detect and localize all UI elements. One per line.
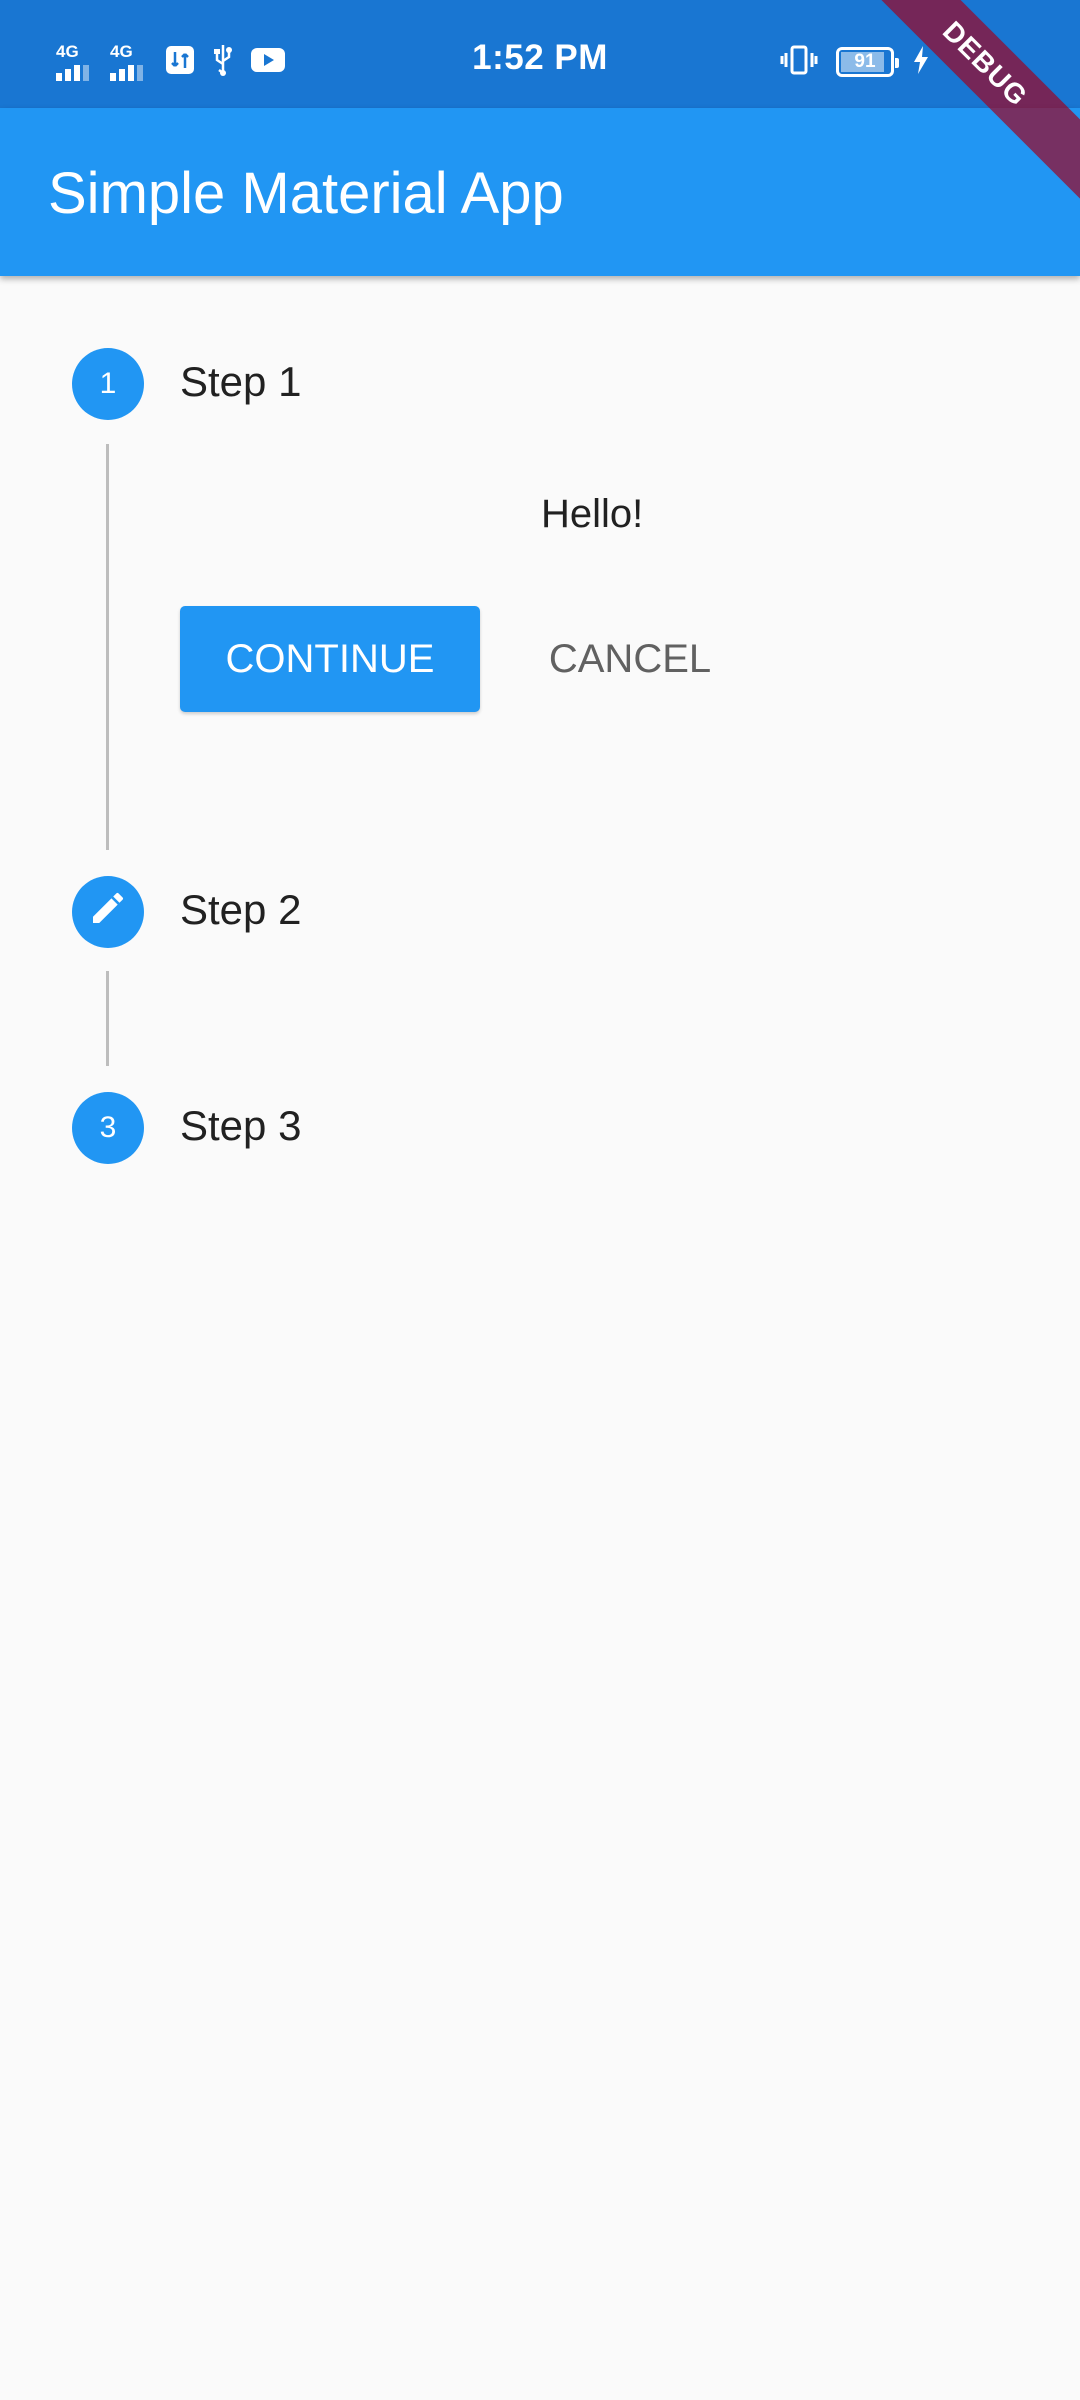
battery-level-text: 91 (854, 51, 876, 72)
step-connector (106, 971, 109, 1066)
step-content-text: Hello! (541, 492, 644, 536)
app-bar: Simple Material App (0, 108, 1080, 276)
app-title: Simple Material App (48, 161, 564, 226)
step-3-title[interactable]: Step 3 (180, 1102, 301, 1150)
step-3-circle[interactable]: 3 (72, 1092, 144, 1164)
step-2-title[interactable]: Step 2 (180, 886, 301, 934)
step-number: 3 (99, 1111, 117, 1144)
step-connector (106, 444, 109, 850)
step-2-circle[interactable] (72, 876, 144, 948)
pencil-icon (88, 888, 128, 936)
vibrate-icon (780, 44, 818, 81)
charging-icon (912, 45, 930, 80)
continue-button[interactable]: CONTINUE (180, 606, 480, 712)
step-1-title[interactable]: Step 1 (180, 358, 301, 406)
cancel-button[interactable]: CANCEL (530, 606, 730, 712)
step-1-circle[interactable]: 1 (72, 348, 144, 420)
status-icons-right: 91 (780, 42, 930, 82)
step-number: 1 (99, 367, 117, 400)
battery-icon: 91 (836, 47, 899, 77)
